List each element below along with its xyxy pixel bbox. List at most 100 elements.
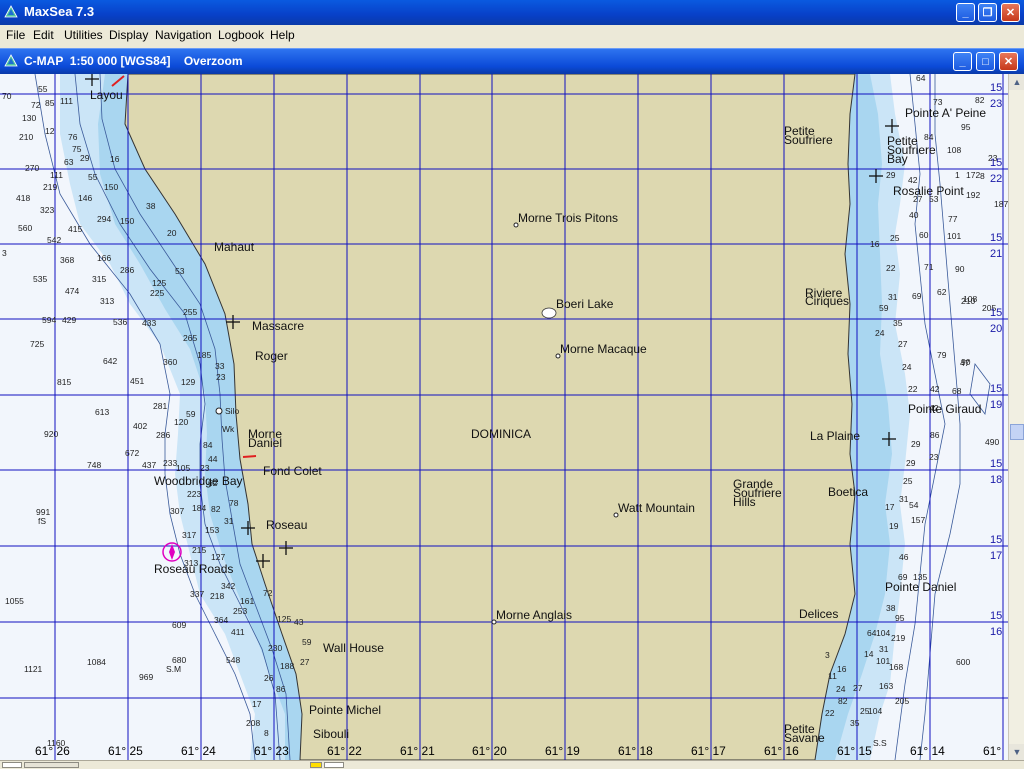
place-name: Pointe Giraud [908, 402, 981, 416]
svg-text:15: 15 [990, 157, 1002, 169]
app-titlebar: MaxSea 7.3 _ ❐ ✕ [0, 0, 1024, 25]
svg-text:11: 11 [828, 671, 837, 681]
svg-text:108: 108 [963, 294, 977, 304]
svg-text:20: 20 [167, 228, 177, 238]
svg-text:108: 108 [947, 145, 961, 155]
svg-text:490: 490 [985, 437, 999, 447]
place-name: Soufriere [784, 133, 833, 147]
menu-file[interactable]: File [6, 28, 25, 42]
maxsea-logo-icon [4, 5, 18, 18]
chart-canvas[interactable]: Layou Mahaut Massacre Roger Morne Daniel… [0, 74, 1008, 760]
svg-text:25: 25 [860, 706, 870, 716]
app-title: MaxSea 7.3 [24, 4, 95, 19]
menu-help[interactable]: Help [270, 28, 295, 42]
svg-text:535: 535 [33, 274, 47, 284]
svg-text:8: 8 [264, 728, 269, 738]
svg-text:24: 24 [836, 684, 846, 694]
chart-vertical-scrollbar[interactable]: ▲ ▼ [1008, 74, 1024, 760]
menu-logbook[interactable]: Logbook [218, 28, 264, 42]
menu-edit[interactable]: Edit [33, 28, 54, 42]
svg-text:90: 90 [961, 357, 971, 367]
svg-text:230: 230 [268, 643, 282, 653]
menu-display[interactable]: Display [109, 28, 148, 42]
chart-minimize-button[interactable]: _ [953, 52, 972, 71]
svg-text:53: 53 [175, 266, 185, 276]
place-name: Roseau [266, 518, 307, 532]
scroll-down-icon[interactable]: ▼ [1009, 744, 1024, 760]
place-name: Morne Anglais [496, 608, 572, 622]
svg-text:fS: fS [38, 516, 46, 526]
svg-text:27: 27 [853, 683, 863, 693]
chart-close-button[interactable]: ✕ [999, 52, 1018, 71]
svg-text:1055: 1055 [5, 596, 24, 606]
scroll-segment[interactable] [324, 762, 344, 768]
scroll-segment[interactable] [24, 762, 79, 768]
scroll-up-icon[interactable]: ▲ [1009, 74, 1024, 90]
svg-text:286: 286 [156, 430, 170, 440]
svg-text:130: 130 [22, 113, 36, 123]
svg-text:188: 188 [280, 661, 294, 671]
place-name: Boetica [828, 485, 868, 499]
svg-text:55: 55 [88, 172, 98, 182]
svg-text:560: 560 [18, 223, 32, 233]
svg-text:313: 313 [184, 558, 198, 568]
svg-text:129: 129 [181, 377, 195, 387]
svg-text:60: 60 [919, 230, 929, 240]
svg-text:35: 35 [850, 718, 860, 728]
place-name: Ciriques [805, 294, 849, 308]
svg-text:125: 125 [277, 614, 291, 624]
svg-text:613: 613 [95, 407, 109, 417]
app-minimize-button[interactable]: _ [956, 3, 975, 22]
svg-text:672: 672 [125, 448, 139, 458]
boeri-lake-shape [541, 307, 557, 319]
svg-text:61° 23: 61° 23 [254, 744, 289, 758]
svg-text:3: 3 [2, 248, 7, 258]
place-name: Hills [733, 495, 756, 509]
svg-text:157: 157 [911, 515, 925, 525]
scroll-thumb[interactable] [1010, 424, 1024, 440]
svg-text:70: 70 [2, 91, 12, 101]
place-name: Pointe A' Peine [905, 106, 986, 120]
svg-text:315: 315 [92, 274, 106, 284]
svg-text:38: 38 [146, 201, 156, 211]
svg-text:429: 429 [62, 315, 76, 325]
svg-text:61° 24: 61° 24 [181, 744, 216, 758]
place-name: Woodbridge Bay [154, 474, 243, 488]
svg-text:205: 205 [895, 696, 909, 706]
svg-text:86: 86 [930, 430, 940, 440]
menu-utilities[interactable]: Utilities [64, 28, 103, 42]
svg-text:S.M: S.M [166, 664, 181, 674]
svg-text:281: 281 [153, 401, 167, 411]
nautical-chart[interactable]: Layou Mahaut Massacre Roger Morne Daniel… [0, 74, 1008, 760]
menu-navigation[interactable]: Navigation [155, 28, 212, 42]
svg-text:62: 62 [208, 478, 218, 488]
svg-text:135: 135 [913, 572, 927, 582]
svg-text:125: 125 [152, 278, 166, 288]
chart-window-titlebar: C-MAP 1:50 000 [WGS84] Overzoom _ □ ✕ [0, 48, 1024, 74]
svg-text:25: 25 [903, 476, 913, 486]
scroll-marker[interactable] [310, 762, 322, 768]
svg-text:53: 53 [929, 194, 939, 204]
app-restore-button[interactable]: ❐ [978, 3, 997, 22]
svg-text:86: 86 [276, 684, 286, 694]
svg-text:61° 25: 61° 25 [108, 744, 143, 758]
svg-text:31: 31 [899, 494, 909, 504]
svg-text:474: 474 [65, 286, 79, 296]
chart-maximize-button[interactable]: □ [976, 52, 995, 71]
svg-text:105: 105 [176, 463, 190, 473]
svg-text:15: 15 [990, 534, 1002, 546]
place-name: Pointe Daniel [885, 580, 956, 594]
svg-text:342: 342 [221, 581, 235, 591]
svg-text:31: 31 [879, 644, 889, 654]
app-close-button[interactable]: ✕ [1001, 3, 1020, 22]
svg-text:23: 23 [990, 98, 1002, 110]
svg-text:61° 26: 61° 26 [35, 744, 70, 758]
svg-text:82: 82 [975, 95, 985, 105]
scroll-segment[interactable] [2, 762, 22, 768]
svg-text:815: 815 [57, 377, 71, 387]
svg-text:33: 33 [215, 361, 225, 371]
place-name: Morne Trois Pitons [518, 211, 618, 225]
svg-text:29: 29 [906, 458, 916, 468]
svg-text:29: 29 [911, 439, 921, 449]
svg-text:27: 27 [300, 657, 310, 667]
